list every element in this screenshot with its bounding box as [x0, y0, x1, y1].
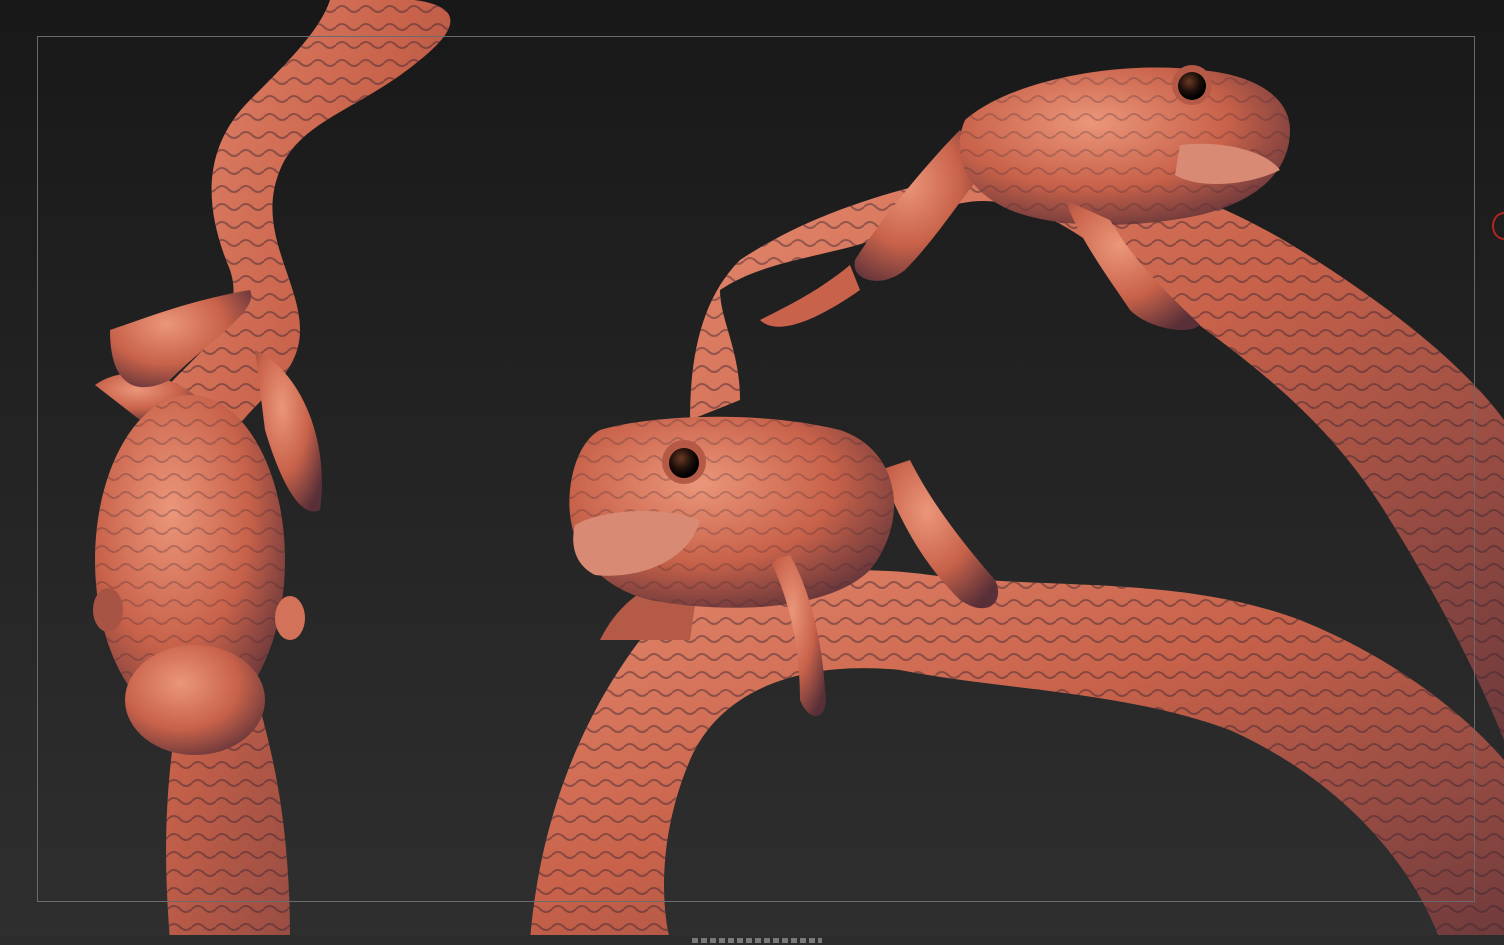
right-lower-branch — [530, 570, 1504, 940]
sculpt-viewport[interactable] — [0, 0, 1504, 945]
drag-handle-icon[interactable] — [692, 938, 822, 943]
render-scene[interactable] — [0, 0, 1504, 945]
